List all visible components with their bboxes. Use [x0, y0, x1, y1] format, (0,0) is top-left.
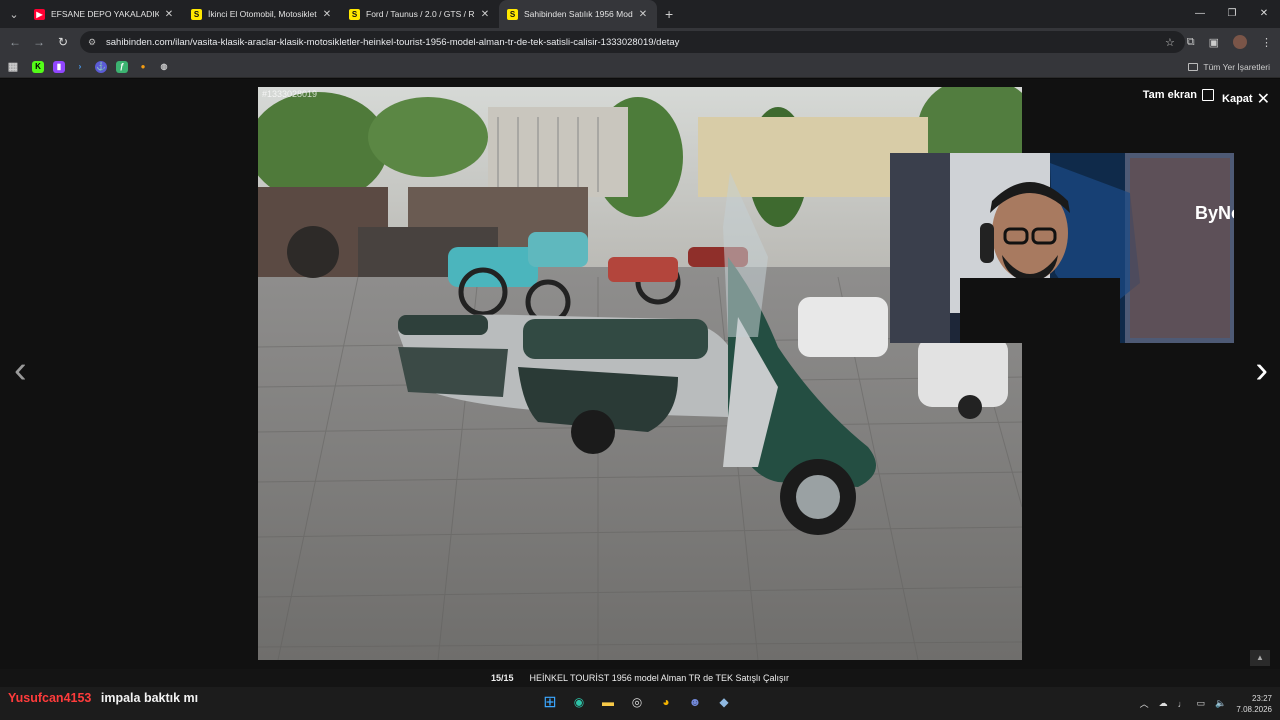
back-icon[interactable]: ←: [3, 35, 27, 49]
close-tab-icon[interactable]: ✕: [637, 9, 649, 20]
kick-icon[interactable]: K: [32, 60, 44, 73]
cast-icon[interactable]: ▣: [1209, 36, 1219, 49]
streamer-webcam: [890, 153, 1234, 343]
tab-2[interactable]: S Ford / Taunus / 2.0 / GTS / REST ✕: [341, 0, 499, 28]
sahibinden-icon: S: [507, 8, 518, 20]
tab-strip: ⌄ ▶ EFSANE DEPO YAKALADIK / STI ✕ S İkin…: [0, 0, 1280, 28]
anchor-icon[interactable]: ⚓: [95, 60, 107, 73]
steam-icon[interactable]: ◆: [714, 691, 734, 713]
sahibinden-icon: S: [191, 8, 202, 20]
next-image-icon[interactable]: ›: [1255, 349, 1268, 392]
windows-start-icon[interactable]: ⊞: [540, 691, 560, 713]
windows-taskbar: Yusufcan4153 impala baktık mı ⊞ ◉ ▬ ◎ ◕ …: [0, 687, 1280, 720]
url-text[interactable]: sahibinden.com/ilan/vasita-klasik-aracla…: [106, 37, 1165, 48]
address-bar[interactable]: ⚙ sahibinden.com/ilan/vasita-klasik-arac…: [80, 31, 1185, 53]
listing-id: #1333028019: [262, 89, 318, 99]
clock-time: 23:27: [1251, 693, 1272, 703]
twitch-icon[interactable]: ▮: [53, 60, 65, 73]
chrome-icon[interactable]: ◕: [656, 691, 676, 713]
pumpkin-icon[interactable]: ●: [137, 61, 149, 73]
fullscreen-button[interactable]: Tam ekran: [1143, 89, 1214, 101]
feather-icon[interactable]: ƒ: [116, 60, 128, 73]
restore-icon[interactable]: ❐: [1216, 0, 1248, 28]
clock-date: 7.08.2026: [1236, 704, 1272, 714]
all-bookmarks-label: Tüm Yer İşaretleri: [1203, 62, 1270, 72]
forward-icon[interactable]: →: [27, 35, 51, 49]
channel-watermark: ByNoGar: [1195, 203, 1234, 223]
previous-image-icon[interactable]: ‹: [14, 349, 27, 392]
sahibinden-icon: S: [349, 8, 360, 20]
all-bookmarks[interactable]: Tüm Yer İşaretleri: [1188, 56, 1270, 78]
tab-title: EFSANE DEPO YAKALADIK / STI: [51, 9, 159, 19]
microphone-icon[interactable]: ♩: [1178, 699, 1187, 709]
fullscreen-icon: [1202, 89, 1214, 101]
close-label: Kapat: [1222, 93, 1253, 105]
tab-0[interactable]: ▶ EFSANE DEPO YAKALADIK / STI ✕: [26, 0, 183, 28]
tray-chevron-icon[interactable]: ︿: [1140, 697, 1149, 710]
tab-title: İkinci El Otomobil, Motosiklet M: [208, 9, 317, 19]
edge-icon[interactable]: ◉: [569, 691, 589, 713]
reload-icon[interactable]: ↻: [51, 35, 75, 49]
folder-icon: [1188, 63, 1199, 71]
discord-icon[interactable]: ☻: [685, 691, 705, 713]
clock[interactable]: 23:27 7.08.2026: [1236, 693, 1272, 715]
globe-icon[interactable]: ◍: [158, 61, 170, 73]
window-controls: — ❐ ✕: [1184, 0, 1280, 28]
youtube-icon: ▶: [34, 8, 45, 20]
new-tab-icon[interactable]: +: [665, 6, 673, 22]
tab-3[interactable]: S Sahibinden Satılık 1956 Model H ✕: [499, 0, 657, 28]
file-explorer-icon[interactable]: ▬: [598, 691, 618, 713]
onedrive-icon[interactable]: ☁: [1159, 698, 1168, 709]
close-tab-icon[interactable]: ✕: [321, 9, 333, 20]
close-window-icon[interactable]: ✕: [1248, 0, 1280, 28]
tab-search-icon[interactable]: ⌄: [2, 2, 26, 26]
image-counter: 15/15: [491, 673, 514, 683]
tab-1[interactable]: S İkinci El Otomobil, Motosiklet M ✕: [183, 0, 341, 28]
image-caption: HEİNKEL TOURİST 1956 model Alman TR de T…: [529, 673, 789, 683]
extensions-icon[interactable]: ⧉: [1187, 36, 1195, 49]
close-icon: ✕: [1256, 91, 1270, 108]
bookmark-star-icon[interactable]: ☆: [1165, 36, 1185, 49]
prime-icon[interactable]: ›: [74, 61, 86, 73]
network-icon[interactable]: ▭: [1197, 698, 1206, 709]
scroll-top-icon[interactable]: ▲: [1250, 650, 1270, 666]
webcam-overlay: ByNoGar: [890, 153, 1234, 343]
close-tab-icon[interactable]: ✕: [163, 9, 175, 20]
minimize-icon[interactable]: —: [1184, 0, 1216, 28]
system-tray: ︿ ☁ ♩ ▭ 🔈 23:27 7.08.2026: [1140, 687, 1272, 720]
close-tab-icon[interactable]: ✕: [479, 9, 491, 20]
chat-message: impala baktık mı: [100, 691, 199, 705]
menu-icon[interactable]: ⋮: [1261, 36, 1272, 49]
obs-icon[interactable]: ◎: [627, 691, 647, 713]
bookmarks-bar: ▦ K ▮ › ⚓ ƒ ● ◍ Tüm Yer İşaretleri: [0, 56, 1280, 78]
browser-toolbar: ← → ↻ ⚙ sahibinden.com/ilan/vasita-klasi…: [0, 28, 1280, 56]
chat-overlay: Yusufcan4153 impala baktık mı: [8, 691, 198, 705]
tab-title: Ford / Taunus / 2.0 / GTS / REST: [366, 9, 475, 19]
close-viewer-button[interactable]: Kapat ✕: [1222, 89, 1270, 109]
site-info-icon[interactable]: ⚙: [88, 37, 100, 48]
tab-title: Sahibinden Satılık 1956 Model H: [524, 9, 633, 19]
profile-avatar[interactable]: [1233, 35, 1247, 49]
chat-username: Yusufcan4153: [8, 691, 92, 705]
caption-bar: 15/15 HEİNKEL TOURİST 1956 model Alman T…: [0, 669, 1280, 687]
apps-grid-icon[interactable]: ▦: [7, 61, 19, 73]
image-viewer: #1333028019 ‹ › Tam ekran Kapat ✕ ByNoGa…: [0, 79, 1280, 669]
fullscreen-label: Tam ekran: [1142, 89, 1197, 101]
volume-icon[interactable]: 🔈: [1215, 698, 1226, 709]
